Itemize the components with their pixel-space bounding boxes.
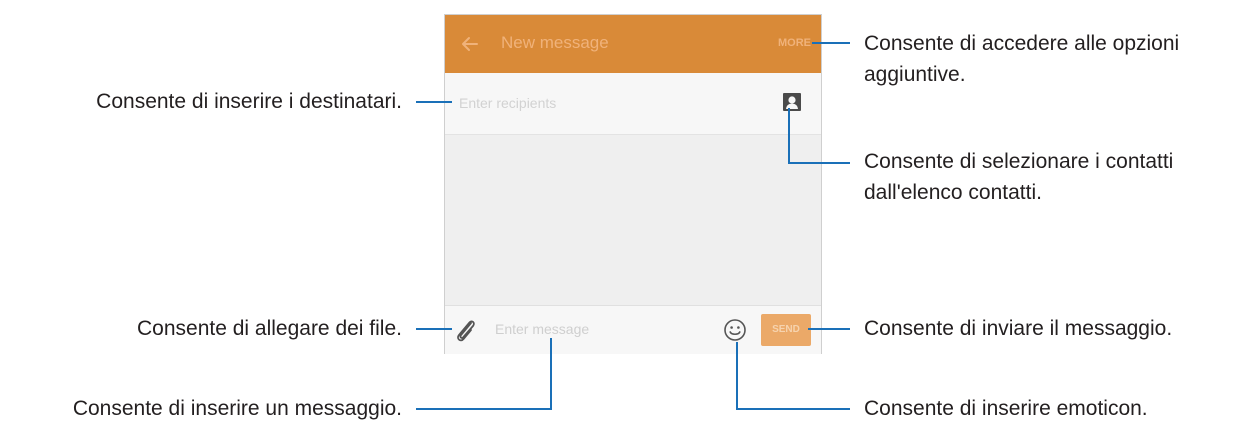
screen-title: New message	[501, 33, 609, 52]
caption-contacts: Consente di selezionare i contatti dall'…	[864, 150, 1174, 204]
leader-line-more	[812, 42, 850, 44]
leader-line-emoticon-v	[736, 342, 738, 410]
leader-line-attach	[416, 328, 452, 330]
recipients-row: Enter recipients	[445, 73, 821, 135]
contact-picker-icon[interactable]	[781, 91, 803, 113]
app-bar: New message MORE	[445, 15, 821, 73]
back-arrow-icon[interactable]	[459, 33, 481, 55]
recipients-input[interactable]: Enter recipients	[459, 95, 556, 111]
leader-line-message-v	[550, 338, 552, 410]
leader-line-send	[808, 328, 850, 330]
leader-line-message-h	[416, 408, 552, 410]
leader-line-contacts-h	[788, 162, 850, 164]
more-button[interactable]: MORE	[778, 37, 811, 49]
leader-line-emoticon-h	[736, 408, 850, 410]
caption-emoticon: Consente di inserire emoticon.	[864, 397, 1148, 420]
send-button[interactable]: SEND	[761, 314, 811, 346]
leader-line-recipients	[416, 101, 452, 103]
leader-line-contacts-v	[788, 108, 790, 164]
caption-send: Consente di inviare il messaggio.	[864, 317, 1173, 340]
caption-message: Consente di inserire un messaggio.	[72, 397, 402, 420]
caption-recipients: Consente di inserire i destinatari.	[96, 90, 402, 113]
emoticon-icon[interactable]	[723, 318, 747, 342]
caption-attach: Consente di allegare dei file.	[136, 317, 402, 340]
compose-bar: Enter message SEND	[445, 305, 821, 354]
caption-more-options: Consente di accedere alle opzioni aggiun…	[864, 32, 1180, 86]
paperclip-icon[interactable]	[453, 316, 479, 344]
message-input[interactable]: Enter message	[495, 321, 589, 337]
phone-screen: New message MORE Enter recipients Enter …	[444, 14, 822, 354]
conversation-area	[445, 135, 821, 305]
